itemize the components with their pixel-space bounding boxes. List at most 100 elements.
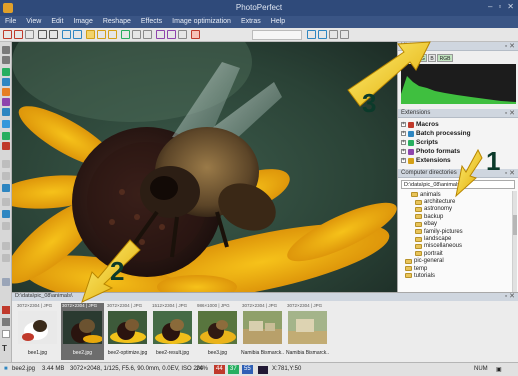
thumbnail-item[interactable]: 1512×2304 | JPG bee2-result.jpg [151,303,194,360]
resize-icon[interactable] [121,30,130,39]
scissors-tool-icon[interactable] [2,254,10,262]
tree-item-photo-formats[interactable]: + Photo formats [401,147,515,156]
open-icon[interactable] [3,30,12,39]
channel-g-button[interactable]: G [419,54,427,62]
channel-rgb-button[interactable]: RGB [437,54,453,62]
tree-item-scripts[interactable]: + Scripts [401,138,515,147]
folder-item[interactable]: tutorials [401,272,518,279]
folder-label: tutorials [414,272,436,279]
menu-file[interactable]: File [0,16,21,28]
zoom-tool-icon[interactable] [2,242,10,250]
menu-image[interactable]: Image [68,16,97,28]
menu-view[interactable]: View [21,16,46,28]
transform-tool-icon[interactable] [2,222,10,230]
zoom-in-icon[interactable] [156,30,165,39]
thumbnail-item[interactable]: 3072×2304 | JPG Namibia Bismarck... [241,303,284,360]
hand-tool-icon[interactable] [2,56,10,64]
tree-item-extensions[interactable]: + Extensions [401,156,515,165]
folder-item[interactable]: ebay [401,221,518,228]
brightness-icon[interactable] [86,30,95,39]
cut-tool-icon[interactable] [2,198,10,206]
move-tool-icon[interactable] [2,46,10,54]
thumbnail-info: 986×1000 | JPG [197,303,230,308]
folder-item[interactable]: family-pictures [401,228,518,235]
close-button[interactable]: ✕ [507,2,514,11]
batch-icon [408,130,414,137]
directory-scrollbar[interactable] [512,191,517,306]
thumbnail-item[interactable]: 3072×2304 | JPG bee2-optimize.jpg [106,303,149,360]
clone-tool-icon[interactable] [2,98,10,106]
redo-icon[interactable] [49,30,58,39]
menu-extras[interactable]: Extras [236,16,266,28]
panel-close-icon[interactable]: ▫ ✕ [505,42,515,50]
folder-item[interactable]: architecture [401,198,518,205]
measure-tool-icon[interactable] [2,172,10,180]
image-viewer[interactable] [12,42,397,292]
histogram-graph [401,64,516,104]
fullscreen-icon[interactable] [318,30,327,39]
folder-item[interactable]: backup [401,213,518,220]
redeye-icon[interactable] [191,30,200,39]
contrast-icon[interactable] [97,30,106,39]
folder-item[interactable]: astronomy [401,206,518,213]
settings-icon[interactable] [340,30,349,39]
copy-icon[interactable] [2,330,10,338]
fill-tool-icon[interactable] [2,108,10,116]
tree-item-macros[interactable]: + Macros [401,120,515,129]
extensions-title: Extensions [401,110,431,116]
folder-item[interactable]: miscellaneous [401,243,518,250]
menu-help[interactable]: Help [266,16,290,28]
shape-tool-icon[interactable] [2,184,10,192]
tree-item-batch-processing[interactable]: + Batch processing [401,129,515,138]
zoom-out-icon[interactable] [167,30,176,39]
gradient-tool-icon[interactable] [2,120,10,128]
folder-item[interactable]: temp [401,265,518,272]
eraser-tool-icon[interactable] [2,132,10,140]
menu-reshape[interactable]: Reshape [98,16,136,28]
thumbnail-item[interactable]: 3072×2304 | JPG Namibia Bismarck... [286,303,329,360]
select-tool-icon[interactable] [2,68,10,76]
mirror-icon[interactable] [132,30,141,39]
selection-icon[interactable] [143,30,152,39]
scissors-icon[interactable] [2,318,10,326]
panel-close-icon[interactable]: ▫ ✕ [505,169,515,177]
folder-item[interactable]: landscape [401,235,518,242]
text-icon[interactable]: T [2,344,10,353]
thumbnail-item[interactable]: 3072×2304 | JPG bee2.jpg [61,303,104,360]
panel-close-icon[interactable]: ▫ ✕ [505,109,515,117]
color-icon[interactable] [108,30,117,39]
delete-icon[interactable] [2,306,10,314]
lasso-tool-icon[interactable] [2,78,10,86]
folder-item[interactable]: animals [401,191,518,198]
channel-r-button[interactable]: R [410,54,418,62]
stamp-tool-icon[interactable] [2,210,10,218]
slideshow-icon[interactable] [307,30,316,39]
menu-effects[interactable]: Effects [136,16,167,28]
info-icon[interactable] [329,30,338,39]
fit-icon[interactable] [178,30,187,39]
thumbnail-item[interactable]: 3072×2304 | JPG bee1.jpg [16,303,59,360]
eyedropper-tool-icon[interactable] [2,160,10,168]
grid-tool-icon[interactable] [2,278,10,286]
folder-item[interactable]: portrait [401,250,518,257]
menu-image-optimization[interactable]: Image optimization [167,16,236,28]
directory-path-field[interactable]: D:\data\pic_08\animals [401,180,515,189]
brush-tool-icon[interactable] [2,88,10,96]
print-icon[interactable] [25,30,34,39]
zoom-select[interactable] [252,30,302,40]
folder-item[interactable]: pic-general [401,258,518,265]
histogram-header: Histogram ▫ ✕ [398,42,518,51]
thumbnail-item[interactable]: 986×1000 | JPG bee3.jpg [196,303,239,360]
panel-close-icon[interactable]: ▫ ✕ [505,292,515,300]
text-tool-icon[interactable] [2,142,10,150]
crop-icon[interactable] [62,30,71,39]
rotate-icon[interactable] [73,30,82,39]
save-icon[interactable] [14,30,23,39]
minimize-button[interactable]: – [488,2,492,11]
undo-icon[interactable] [38,30,47,39]
maximize-button[interactable]: ▫ [498,2,501,11]
channel-l-button[interactable]: L [401,54,409,62]
folder-icon [415,236,422,242]
channel-b-button[interactable]: B [428,54,436,62]
menu-edit[interactable]: Edit [46,16,68,28]
